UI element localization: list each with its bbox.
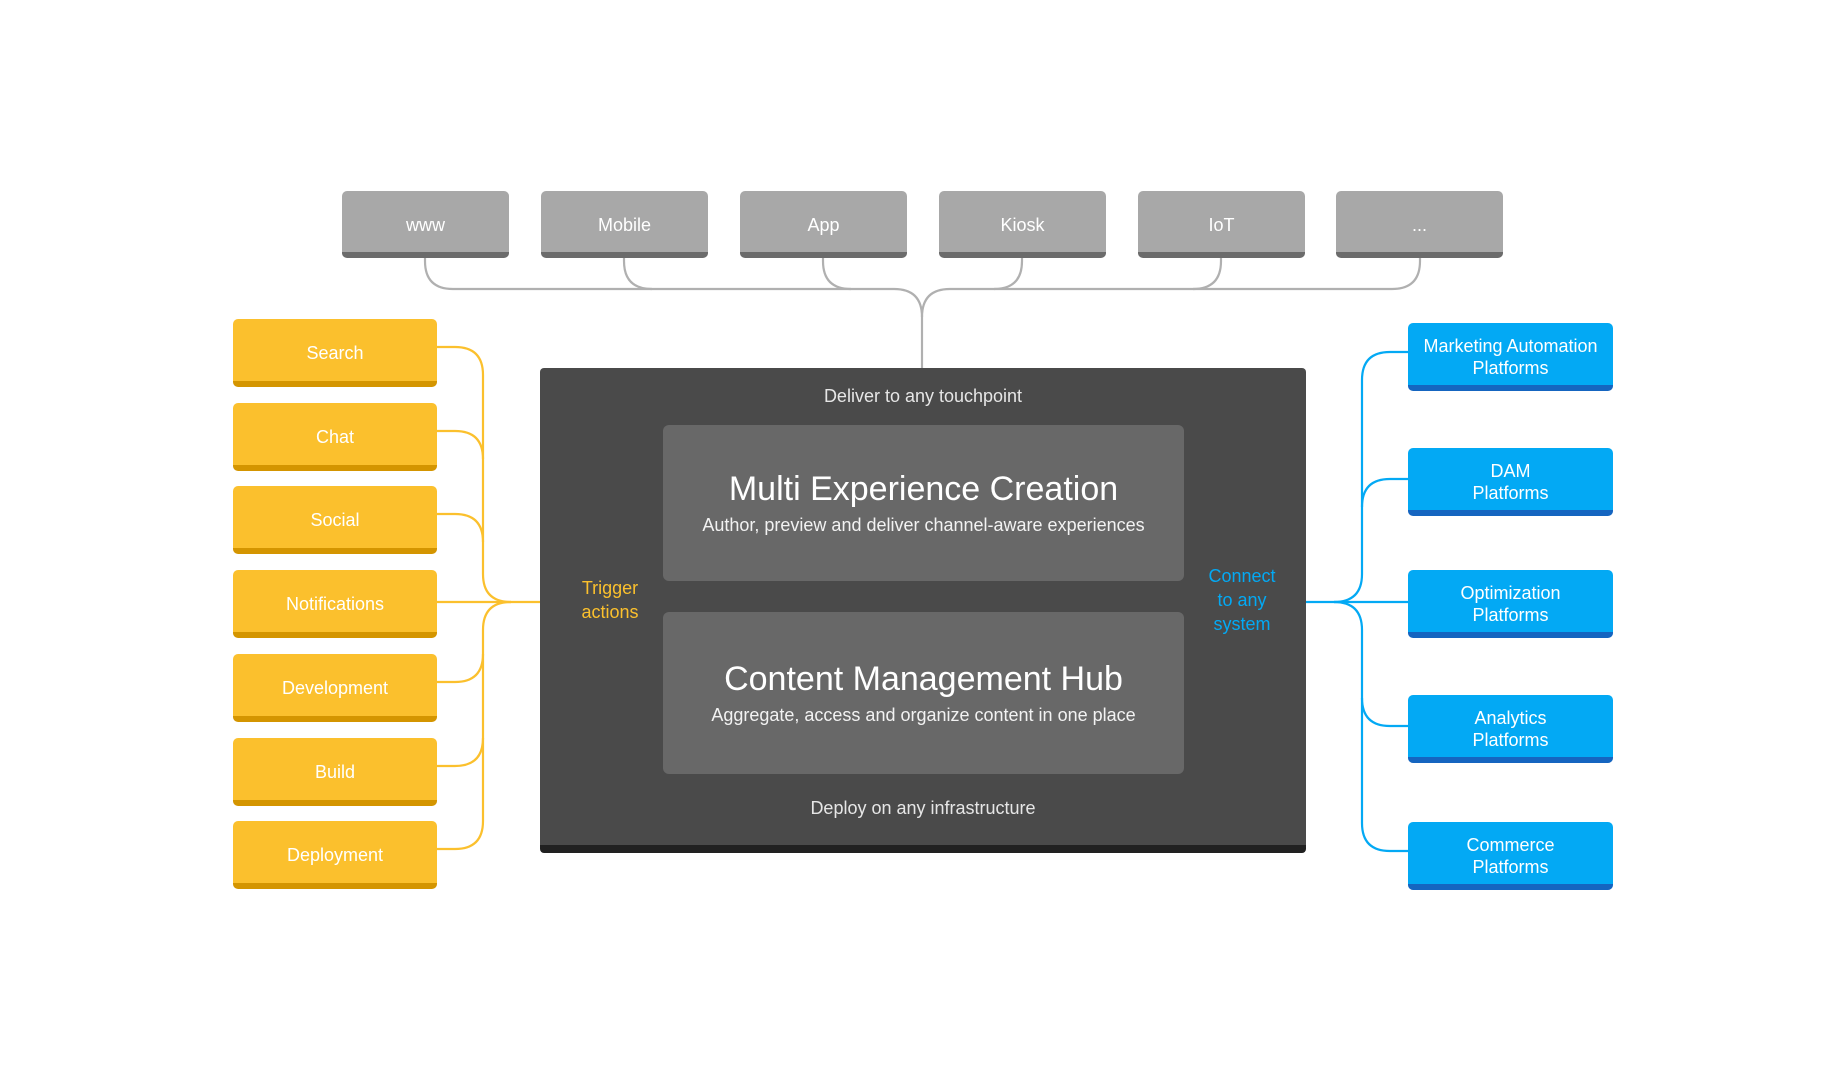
trigger-chat[interactable]: Chat: [233, 403, 437, 471]
system-label-line2: Platforms: [1472, 358, 1549, 378]
system-label-line2: Platforms: [1472, 730, 1549, 750]
experience-subtitle: Author, preview and deliver channel-awar…: [702, 515, 1145, 535]
system-label-line1: Commerce: [1466, 835, 1555, 855]
system-label-line2: Platforms: [1472, 483, 1549, 503]
trigger-label: Chat: [315, 427, 355, 447]
system-commerce[interactable]: Commerce Platforms: [1408, 822, 1613, 890]
experience-title: Multi Experience Creation: [728, 470, 1119, 508]
trunk-curve-left: [893, 287, 924, 318]
connect-label-line2: to any: [1217, 590, 1267, 610]
touchpoint-wire: [1192, 258, 1223, 291]
touchpoint-wire: [821, 258, 852, 291]
trigger-search[interactable]: Search: [233, 319, 437, 387]
system-merge-top: [1333, 573, 1364, 604]
trunk-curve-right: [920, 287, 951, 318]
trigger-wire: [437, 653, 485, 684]
system-marketing-automation[interactable]: Marketing Automation Platforms: [1408, 323, 1613, 391]
trigger-merge-bottom: [481, 600, 512, 631]
system-label-line2: Platforms: [1472, 857, 1549, 877]
trigger-wire: [437, 429, 485, 460]
system-wire: [1360, 350, 1408, 381]
touchpoint-label: Mobile: [597, 214, 652, 235]
system-label-line2: Platforms: [1472, 605, 1549, 625]
system-analytics[interactable]: Analytics Platforms: [1408, 695, 1613, 763]
deploy-caption: Deploy on any infrastructure: [810, 798, 1036, 818]
touchpoint-iot[interactable]: IoT: [1138, 191, 1305, 258]
connect-system-label: Connect to any system: [1196, 564, 1288, 636]
trigger-label: Social: [310, 510, 360, 530]
platform-panel: Deliver to any touchpoint Multi Experien…: [540, 368, 1306, 853]
deliver-caption: Deliver to any touchpoint: [823, 386, 1023, 406]
touchpoint-label: ...: [1411, 214, 1427, 235]
trigger-social[interactable]: Social: [233, 486, 437, 554]
touchpoint-mobile[interactable]: Mobile: [541, 191, 708, 258]
system-wire: [1360, 477, 1408, 508]
trigger-label-line1: Trigger: [581, 578, 639, 598]
system-optimization[interactable]: Optimization Platforms: [1408, 570, 1613, 638]
trigger-wire: [437, 512, 485, 543]
trigger-actions-label: Trigger actions: [564, 576, 656, 624]
system-label-line1: DAM: [1490, 461, 1531, 481]
system-label-line1: Optimization: [1460, 583, 1561, 603]
trigger-label: Notifications: [285, 594, 385, 614]
touchpoint-more[interactable]: ...: [1336, 191, 1503, 258]
system-label-line1: Analytics: [1474, 708, 1547, 728]
touchpoint-www[interactable]: www: [342, 191, 509, 258]
touchpoint-wire: [993, 258, 1024, 291]
trigger-label-line2: actions: [581, 602, 639, 622]
connect-label-line3: system: [1213, 614, 1271, 634]
system-dam[interactable]: DAM Platforms: [1408, 448, 1613, 516]
system-wire: [1360, 697, 1408, 728]
touchpoint-app[interactable]: App: [740, 191, 907, 258]
touchpoint-kiosk[interactable]: Kiosk: [939, 191, 1106, 258]
touchpoint-wire: [423, 258, 454, 291]
multi-experience-creation-box[interactable]: Multi Experience Creation Author, previe…: [663, 425, 1184, 581]
system-label-line1: Marketing Automation: [1423, 336, 1598, 356]
system-wire: [1360, 822, 1408, 853]
hub-subtitle: Aggregate, access and organize content i…: [711, 705, 1136, 725]
trigger-deployment[interactable]: Deployment: [233, 821, 437, 889]
trigger-wire: [437, 345, 485, 376]
trigger-build[interactable]: Build: [233, 738, 437, 806]
trigger-development[interactable]: Development: [233, 654, 437, 722]
connect-label-line1: Connect: [1208, 566, 1276, 586]
touchpoint-wire: [1391, 258, 1422, 291]
trigger-label: Deployment: [286, 845, 384, 865]
trigger-wire: [437, 737, 485, 768]
trigger-label: Search: [306, 343, 364, 363]
system-merge-bottom: [1333, 600, 1364, 631]
touchpoint-label: IoT: [1208, 214, 1235, 235]
trigger-label: Development: [281, 678, 389, 698]
touchpoint-label: Kiosk: [1000, 214, 1045, 235]
hub-title: Content Management Hub: [724, 660, 1123, 698]
trigger-notifications[interactable]: Notifications: [233, 570, 437, 638]
touchpoint-label: App: [807, 214, 840, 235]
trigger-merge-top: [481, 573, 512, 604]
touchpoint-label: www: [406, 214, 445, 235]
touchpoint-wire: [622, 258, 653, 291]
trigger-wire: [437, 820, 485, 851]
trigger-label: Build: [314, 762, 356, 782]
content-management-hub-box[interactable]: Content Management Hub Aggregate, access…: [663, 612, 1184, 774]
